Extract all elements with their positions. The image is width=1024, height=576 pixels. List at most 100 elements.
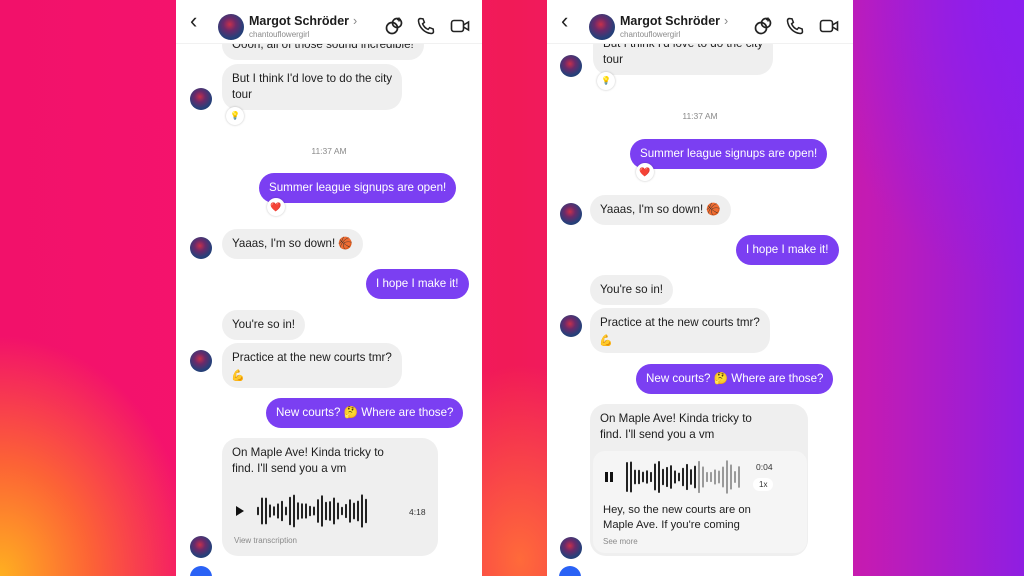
waveform-bar (293, 494, 295, 528)
waveform-bar (281, 500, 283, 522)
waveform-bar (317, 499, 319, 523)
waveform-bar (329, 501, 331, 521)
waveform-bar (738, 466, 740, 488)
waveform-bar (349, 499, 351, 523)
chat-header: ‹ Margot Schröder › chantouflowergirl (176, 0, 482, 44)
message-sent[interactable]: I hope I make it! (366, 269, 469, 299)
message-received[interactable]: You're so in! (590, 275, 674, 305)
waveform-bar (273, 506, 275, 516)
waveform-bar (734, 470, 736, 484)
message-received[interactable]: But I think I'd love to do the city tour (222, 64, 403, 110)
waveform-bar (285, 506, 287, 516)
composer (176, 566, 482, 576)
message-sent[interactable]: Summer league signups are open! (630, 139, 828, 169)
waveform-bar (694, 465, 696, 489)
waveform-bar (726, 460, 728, 494)
voice-message[interactable]: 4:18 View transcription (226, 488, 432, 548)
waveform-bar (642, 471, 644, 483)
chevron-right-icon: › (353, 14, 358, 28)
waveform-bar (662, 468, 664, 486)
message-received[interactable]: Yaaas, I'm so down! 🏀 (222, 229, 363, 259)
waveform-bar (674, 470, 676, 484)
message-received[interactable]: Practice at the new courts tmr? (222, 343, 402, 388)
phone-call-icon[interactable] (416, 16, 436, 36)
video-call-icon[interactable] (450, 16, 470, 36)
waveform-bar (269, 504, 271, 518)
waveform-bar (361, 494, 363, 528)
sender-avatar[interactable] (190, 536, 212, 558)
reaction-heart[interactable]: ❤️ (636, 163, 654, 181)
message-sent[interactable]: Summer league signups are open! (259, 173, 457, 203)
timestamp: 11:37 AM (311, 146, 347, 156)
waveform-bar (333, 497, 335, 525)
waveform-bar (257, 506, 259, 516)
camera-button[interactable] (190, 566, 212, 576)
contact-name[interactable]: Margot Schröder › (249, 14, 357, 28)
waveform-bar (686, 463, 688, 491)
chat-screen-right: ‹ Margot Schröder› chantouflowergirl But… (547, 0, 853, 576)
contact-name[interactable]: Margot Schröder › (620, 14, 728, 28)
waveform-bar (325, 501, 327, 521)
see-more-link[interactable]: See more (603, 537, 638, 546)
voice-message[interactable]: 0:04 1x Hey, so the new courts are on Ma… (593, 451, 807, 553)
camera-button[interactable] (559, 566, 581, 576)
reaction-bulb[interactable]: 💡 (597, 72, 615, 90)
voice-duration: 4:18 (409, 507, 426, 517)
sender-avatar[interactable] (560, 203, 582, 225)
waveform-bar (634, 469, 636, 485)
waveform-bar (301, 503, 303, 519)
message-received[interactable]: Yaaas, I'm so down! 🏀 (590, 195, 731, 225)
play-icon[interactable] (236, 506, 244, 516)
sender-avatar[interactable] (190, 350, 212, 372)
waveform (257, 494, 367, 528)
view-transcription-link[interactable]: View transcription (234, 536, 297, 545)
timestamp: 11:37 AM (682, 111, 718, 121)
waveform-bar (654, 463, 656, 491)
waveform-bar (261, 497, 263, 525)
waveform-bar (718, 470, 720, 484)
waveform-bar (277, 503, 279, 519)
back-arrow-icon[interactable]: ‹ (561, 10, 568, 32)
waveform-bar (670, 465, 672, 489)
contact-username: chantouflowergirl (620, 30, 681, 39)
reaction-muscle: 💪 (599, 335, 613, 347)
chevron-right-icon: › (724, 14, 729, 28)
message-received[interactable]: Practice at the new courts tmr? (590, 308, 770, 353)
activity-icon[interactable] (753, 16, 773, 36)
waveform-bar (702, 466, 704, 488)
playback-speed-button[interactable]: 1x (753, 478, 774, 491)
waveform-bar (313, 506, 315, 516)
contact-username: chantouflowergirl (249, 30, 310, 39)
waveform-bar (321, 495, 323, 527)
contact-avatar[interactable] (589, 14, 615, 40)
phone-call-icon[interactable] (785, 16, 805, 36)
chat-screen-left: ‹ Margot Schröder › chantouflowergirl Ooo… (176, 0, 482, 576)
waveform-bar (337, 502, 339, 520)
waveform-bar (650, 471, 652, 483)
voice-duration: 0:04 (756, 462, 773, 472)
pause-icon[interactable] (605, 472, 613, 482)
waveform-bar (630, 461, 632, 493)
message-sent[interactable]: New courts? 🤔 Where are those? (266, 398, 464, 428)
waveform-bar (730, 464, 732, 490)
waveform-bar (706, 471, 708, 483)
video-call-icon[interactable] (819, 16, 839, 36)
message-received[interactable]: You're so in! (222, 310, 306, 340)
sender-avatar[interactable] (560, 55, 582, 77)
waveform-bar (698, 460, 700, 494)
voice-transcript: Hey, so the new courts are on Maple Ave.… (603, 504, 751, 531)
waveform-bar (265, 497, 267, 525)
sender-avatar[interactable] (560, 315, 582, 337)
reaction-bulb[interactable]: 💡 (226, 107, 244, 125)
sender-avatar[interactable] (190, 237, 212, 259)
waveform-bar (626, 462, 628, 492)
waveform-bar (690, 469, 692, 485)
back-arrow-icon[interactable]: ‹ (190, 10, 197, 32)
sender-avatar[interactable] (190, 88, 212, 110)
message-sent[interactable]: I hope I make it! (736, 235, 839, 265)
reaction-heart[interactable]: ❤️ (267, 198, 285, 216)
sender-avatar[interactable] (560, 537, 582, 559)
message-sent[interactable]: New courts? 🤔 Where are those? (636, 364, 834, 394)
activity-icon[interactable] (384, 16, 404, 36)
contact-avatar[interactable] (218, 14, 244, 40)
